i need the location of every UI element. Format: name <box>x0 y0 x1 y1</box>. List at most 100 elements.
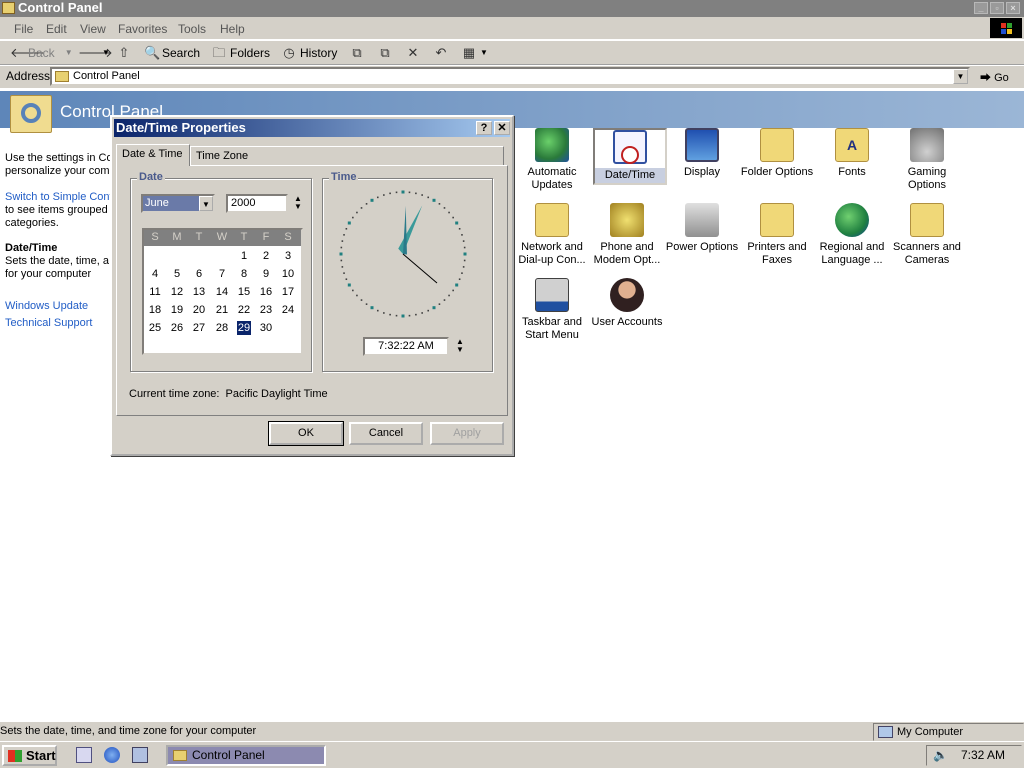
help-button[interactable]: ? <box>476 121 492 135</box>
search-button[interactable]: 🔍 Search <box>144 44 200 62</box>
month-dropdown-icon[interactable]: ▼ <box>199 196 213 211</box>
item-printers-faxes[interactable]: Printers and Faxes <box>740 203 814 267</box>
time-spinner[interactable]: ▲ ▼ <box>454 338 466 354</box>
history-button[interactable]: ◷ History <box>282 44 337 62</box>
up-button[interactable]: ⇧ <box>117 44 131 62</box>
calendar-day-selected[interactable]: 29 <box>237 321 251 335</box>
menu-help[interactable]: Help <box>220 22 245 36</box>
show-desktop-icon[interactable] <box>76 747 92 763</box>
tray-clock[interactable]: 7:32 AM <box>961 746 1005 765</box>
back-dropdown-icon[interactable]: ▼ <box>65 44 73 62</box>
item-display[interactable]: Display <box>665 128 739 179</box>
item-date-time[interactable]: Date/Time <box>593 128 667 185</box>
calendar-day[interactable]: 6 <box>188 267 210 281</box>
calendar-day[interactable]: 27 <box>188 321 210 335</box>
calendar-day[interactable]: 5 <box>166 267 188 281</box>
menu-file[interactable]: File <box>14 22 33 36</box>
calendar-day[interactable]: 3 <box>277 249 299 263</box>
menu-edit[interactable]: Edit <box>46 22 67 36</box>
windows-update-link[interactable]: Windows Update <box>5 300 88 313</box>
tab-time-zone[interactable]: Time Zone <box>190 146 504 166</box>
minimize-button[interactable]: _ <box>974 2 988 14</box>
delete-button[interactable]: ✕ <box>406 44 420 62</box>
volume-icon[interactable]: 🔈 <box>933 749 948 762</box>
media-player-icon[interactable] <box>132 747 148 763</box>
year-input[interactable]: 2000 <box>226 194 288 213</box>
close-button[interactable]: × <box>1006 2 1020 14</box>
spin-down-icon[interactable]: ▼ <box>454 346 466 354</box>
calendar-day[interactable]: 30 <box>255 321 277 335</box>
back-arrow-icon: 🡐 <box>10 45 45 60</box>
item-folder-options[interactable]: Folder Options <box>740 128 814 179</box>
copy-to-button[interactable]: ⧉ <box>378 44 392 62</box>
menu-tools[interactable]: Tools <box>178 22 206 36</box>
clock-hour-mark <box>347 283 351 287</box>
taskbar-control-panel[interactable]: Control Panel <box>166 745 326 766</box>
address-input[interactable]: Control Panel ▼ <box>50 67 970 86</box>
item-power-options[interactable]: Power Options <box>665 203 739 254</box>
calendar-day[interactable]: 2 <box>255 249 277 263</box>
calendar-day[interactable]: 4 <box>144 267 166 281</box>
item-fonts[interactable]: A Fonts <box>815 128 889 179</box>
item-phone-modem[interactable]: Phone and Modem Opt... <box>590 203 664 267</box>
calendar-day[interactable]: 26 <box>166 321 188 335</box>
forward-button[interactable]: 🡒 ▼ <box>78 44 113 62</box>
calendar-day[interactable]: 16 <box>255 285 277 299</box>
item-regional-language[interactable]: Regional and Language ... <box>815 203 889 267</box>
calendar-day[interactable]: 23 <box>255 303 277 317</box>
menu-view[interactable]: View <box>80 22 106 36</box>
maximize-button[interactable]: ▫ <box>990 2 1004 14</box>
item-gaming-options[interactable]: Gaming Options <box>890 128 964 192</box>
time-input[interactable]: 7:32:22 AM <box>363 337 449 356</box>
selected-item-description: Sets the date, time, a <box>5 255 109 267</box>
calendar-day[interactable]: 21 <box>211 303 233 317</box>
clock-minute-mark <box>421 194 423 196</box>
spin-down-icon[interactable]: ▼ <box>292 203 304 211</box>
ok-button[interactable]: OK <box>268 421 344 446</box>
year-spinner[interactable]: ▲ ▼ <box>292 195 304 211</box>
start-button[interactable]: Start <box>2 745 57 766</box>
technical-support-link[interactable]: Technical Support <box>5 317 92 330</box>
item-scanners-cameras[interactable]: Scanners and Cameras <box>890 203 964 267</box>
cancel-button[interactable]: Cancel <box>349 422 423 445</box>
calendar-day[interactable]: 18 <box>144 303 166 317</box>
go-button[interactable]: ⮕ Go <box>980 69 1009 85</box>
calendar-day[interactable]: 25 <box>144 321 166 335</box>
folders-button[interactable]: 🗀 Folders <box>212 44 270 62</box>
dialog-close-button[interactable]: ✕ <box>494 121 510 135</box>
apply-button[interactable]: Apply <box>430 422 504 445</box>
back-button[interactable]: 🡐 Back ▼ <box>10 44 73 62</box>
tab-date-time[interactable]: Date & Time <box>116 144 190 166</box>
calendar-day[interactable]: 14 <box>211 285 233 299</box>
calendar-day[interactable]: 12 <box>166 285 188 299</box>
clock-hour-mark <box>463 252 467 256</box>
calendar-day[interactable]: 19 <box>166 303 188 317</box>
item-automatic-updates[interactable]: Automatic Updates <box>515 128 589 192</box>
menu-favorites[interactable]: Favorites <box>118 22 167 36</box>
calendar-day[interactable]: 10 <box>277 267 299 281</box>
move-to-button[interactable]: ⧉ <box>350 44 364 62</box>
calendar-day[interactable]: 13 <box>188 285 210 299</box>
calendar-day[interactable]: 24 <box>277 303 299 317</box>
clock-minute-mark <box>438 303 441 305</box>
calendar-day[interactable]: 7 <box>211 267 233 281</box>
item-network[interactable]: Network and Dial-up Con... <box>515 203 589 267</box>
item-taskbar-start-menu[interactable]: Taskbar and Start Menu <box>515 278 589 342</box>
calendar-day[interactable]: 28 <box>211 321 233 335</box>
calendar-day[interactable]: 20 <box>188 303 210 317</box>
calendar-day[interactable]: 11 <box>144 285 166 299</box>
calendar-day[interactable]: 15 <box>233 285 255 299</box>
item-user-accounts[interactable]: User Accounts <box>590 278 664 329</box>
views-button[interactable]: ▦ ▼ <box>462 44 488 62</box>
switch-view-link[interactable]: Switch to Simple Cont <box>5 191 113 204</box>
calendar-day[interactable]: 9 <box>255 267 277 281</box>
address-dropdown-icon[interactable]: ▼ <box>953 69 968 84</box>
calendar-day[interactable]: 17 <box>277 285 299 299</box>
forward-dropdown-icon[interactable]: ▼ <box>102 44 110 62</box>
calendar-day[interactable]: 22 <box>233 303 255 317</box>
calendar-day[interactable]: 8 <box>233 267 255 281</box>
calendar-day[interactable]: 1 <box>233 249 255 263</box>
month-select[interactable]: June ▼ <box>141 194 215 213</box>
internet-explorer-icon[interactable] <box>104 747 120 763</box>
undo-button[interactable]: ↶ <box>434 44 448 62</box>
